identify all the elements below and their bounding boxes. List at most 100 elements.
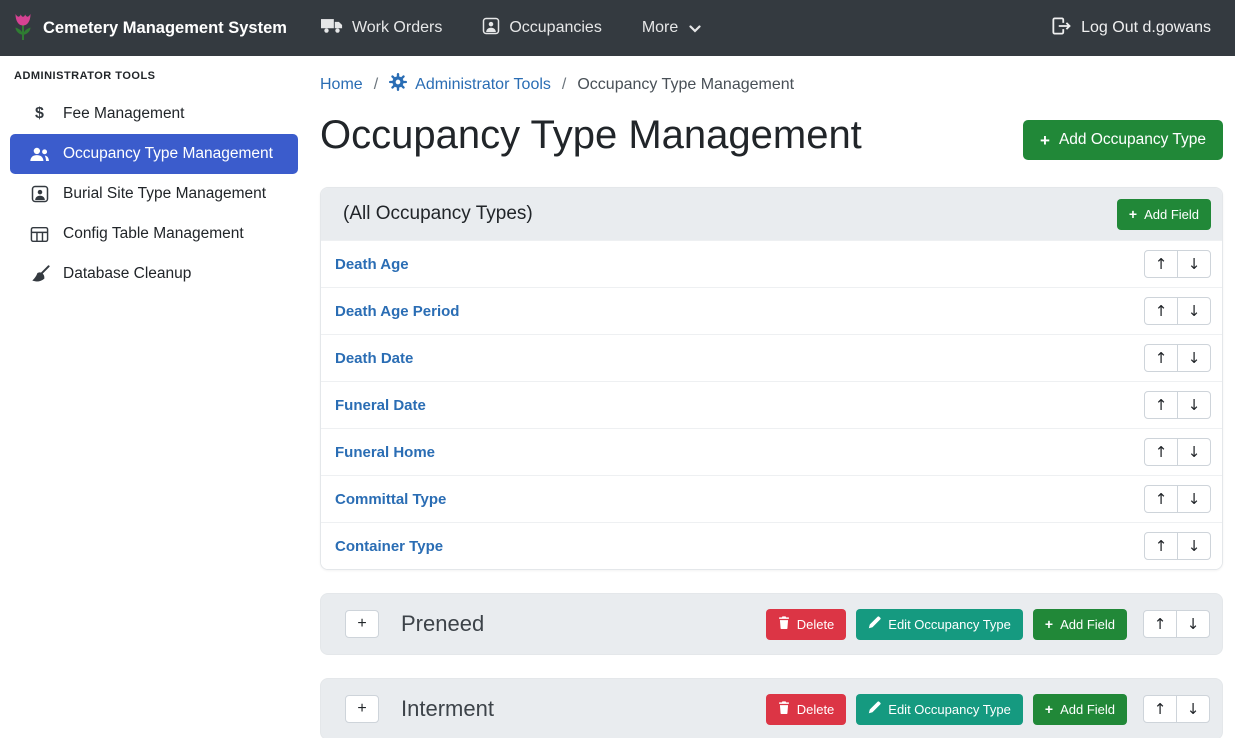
nav-item-label: Occupancies bbox=[509, 19, 602, 37]
panel-title: (All Occupancy Types) bbox=[343, 203, 533, 225]
expand-button[interactable]: + bbox=[345, 610, 379, 638]
move-up-button[interactable]: ↑ bbox=[1143, 695, 1177, 723]
breadcrumb-administrator-tools[interactable]: Administrator Tools bbox=[389, 73, 551, 96]
delete-button[interactable]: Delete bbox=[766, 694, 847, 725]
add-field-button[interactable]: + Add Field bbox=[1033, 609, 1127, 640]
nav-item-more[interactable]: More bbox=[642, 18, 701, 38]
users-icon bbox=[29, 146, 50, 162]
reorder-buttons: ↑ ↓ bbox=[1144, 391, 1211, 419]
sidebar-item-label: Fee Management bbox=[63, 105, 185, 123]
panel-header: (All Occupancy Types) + Add Field bbox=[321, 188, 1222, 240]
sidebar-item-burial-site-type-management[interactable]: Burial Site Type Management bbox=[10, 174, 298, 214]
move-down-button[interactable]: ↓ bbox=[1176, 695, 1210, 723]
move-down-button[interactable]: ↓ bbox=[1177, 485, 1211, 513]
add-field-button[interactable]: + Add Field bbox=[1033, 694, 1127, 725]
sidebar-header: ADMINISTRATOR TOOLS bbox=[0, 68, 308, 94]
breadcrumb-current: Occupancy Type Management bbox=[577, 76, 794, 94]
field-link-death-age[interactable]: Death Age bbox=[335, 256, 409, 273]
pencil-icon bbox=[868, 701, 881, 717]
reorder-buttons: ↑ ↓ bbox=[1143, 695, 1210, 723]
sidebar-item-label: Burial Site Type Management bbox=[63, 185, 266, 203]
move-up-button[interactable]: ↑ bbox=[1144, 391, 1178, 419]
move-down-button[interactable]: ↓ bbox=[1177, 297, 1211, 325]
reorder-buttons: ↑ ↓ bbox=[1144, 485, 1211, 513]
chevron-down-icon bbox=[689, 20, 701, 38]
move-up-button[interactable]: ↑ bbox=[1144, 344, 1178, 372]
trash-icon bbox=[778, 701, 790, 717]
move-down-button[interactable]: ↓ bbox=[1177, 391, 1211, 419]
broom-icon bbox=[29, 265, 50, 284]
field-row: Death Age ↑ ↓ bbox=[321, 240, 1222, 287]
panel-actions: Delete Edit Occupancy Type + Add Field ↑ bbox=[766, 694, 1210, 725]
tulip-icon bbox=[12, 11, 34, 46]
edit-occupancy-type-button[interactable]: Edit Occupancy Type bbox=[856, 609, 1023, 640]
reorder-buttons: ↑ ↓ bbox=[1144, 250, 1211, 278]
move-down-button[interactable]: ↓ bbox=[1177, 344, 1211, 372]
field-row: Death Age Period ↑ ↓ bbox=[321, 287, 1222, 334]
edit-occupancy-type-button[interactable]: Edit Occupancy Type bbox=[856, 694, 1023, 725]
table-icon bbox=[29, 226, 50, 243]
truck-icon bbox=[321, 17, 343, 39]
field-row: Container Type ↑ ↓ bbox=[321, 522, 1222, 569]
sidebar-item-database-cleanup[interactable]: Database Cleanup bbox=[10, 254, 298, 294]
field-row: Death Date ↑ ↓ bbox=[321, 334, 1222, 381]
field-row: Funeral Home ↑ ↓ bbox=[321, 428, 1222, 475]
plus-icon: + bbox=[1045, 617, 1053, 631]
move-down-button[interactable]: ↓ bbox=[1177, 532, 1211, 560]
nav-links: Work Orders Occupancies More bbox=[321, 17, 701, 40]
logout-label: Log Out d.gowans bbox=[1081, 19, 1211, 37]
breadcrumb-separator: / bbox=[374, 76, 378, 94]
move-down-button[interactable]: ↓ bbox=[1177, 250, 1211, 278]
nav-item-occupancies[interactable]: Occupancies bbox=[482, 17, 602, 40]
button-label: Delete bbox=[797, 702, 835, 717]
nav-item-work-orders[interactable]: Work Orders bbox=[321, 17, 442, 39]
sidebar-item-fee-management[interactable]: $ Fee Management bbox=[10, 94, 298, 134]
plus-icon: + bbox=[1129, 207, 1137, 221]
all-occupancy-types-panel: (All Occupancy Types) + Add Field Death … bbox=[320, 187, 1223, 570]
logout-icon bbox=[1051, 17, 1071, 40]
app-brand[interactable]: Cemetery Management System bbox=[12, 11, 287, 46]
move-up-button[interactable]: ↑ bbox=[1144, 297, 1178, 325]
move-up-button[interactable]: ↑ bbox=[1144, 438, 1178, 466]
nav-item-label: Work Orders bbox=[352, 19, 442, 37]
breadcrumb-home[interactable]: Home bbox=[320, 76, 363, 94]
move-up-button[interactable]: ↑ bbox=[1144, 250, 1178, 278]
app-title: Cemetery Management System bbox=[43, 19, 287, 38]
move-down-button[interactable]: ↓ bbox=[1176, 610, 1210, 638]
delete-button[interactable]: Delete bbox=[766, 609, 847, 640]
occupancy-type-panel-preneed: + Preneed Delete bbox=[320, 593, 1223, 655]
add-occupancy-type-button[interactable]: + Add Occupancy Type bbox=[1023, 120, 1223, 160]
move-up-button[interactable]: ↑ bbox=[1144, 485, 1178, 513]
add-field-button[interactable]: + Add Field bbox=[1117, 199, 1211, 230]
trash-icon bbox=[778, 616, 790, 632]
move-up-button[interactable]: ↑ bbox=[1143, 610, 1177, 638]
field-link-death-date[interactable]: Death Date bbox=[335, 350, 413, 367]
reorder-buttons: ↑ ↓ bbox=[1144, 297, 1211, 325]
sidebar-item-label: Database Cleanup bbox=[63, 265, 191, 283]
field-link-funeral-date[interactable]: Funeral Date bbox=[335, 397, 426, 414]
plus-icon: + bbox=[1045, 702, 1053, 716]
person-box-icon bbox=[482, 17, 500, 40]
person-box-icon bbox=[29, 185, 50, 203]
button-label: Add Occupancy Type bbox=[1059, 131, 1206, 149]
expand-button[interactable]: + bbox=[345, 695, 379, 723]
button-label: Edit Occupancy Type bbox=[888, 617, 1011, 632]
button-label: Add Field bbox=[1060, 702, 1115, 717]
breadcrumb: Home / Administrator Tools / Occupa bbox=[320, 73, 1223, 96]
field-link-committal-type[interactable]: Committal Type bbox=[335, 491, 446, 508]
field-link-funeral-home[interactable]: Funeral Home bbox=[335, 444, 435, 461]
move-up-button[interactable]: ↑ bbox=[1144, 532, 1178, 560]
top-navbar: Cemetery Management System Work Orders bbox=[0, 0, 1235, 56]
reorder-buttons: ↑ ↓ bbox=[1143, 610, 1210, 638]
field-link-container-type[interactable]: Container Type bbox=[335, 538, 443, 555]
sidebar-item-config-table-management[interactable]: Config Table Management bbox=[10, 214, 298, 254]
reorder-buttons: ↑ ↓ bbox=[1144, 438, 1211, 466]
logout-button[interactable]: Log Out d.gowans bbox=[1051, 17, 1211, 40]
occupancy-type-title: Interment bbox=[401, 696, 766, 722]
move-down-button[interactable]: ↓ bbox=[1177, 438, 1211, 466]
reorder-buttons: ↑ ↓ bbox=[1144, 344, 1211, 372]
field-row: Committal Type ↑ ↓ bbox=[321, 475, 1222, 522]
sidebar-item-occupancy-type-management[interactable]: Occupancy Type Management bbox=[10, 134, 298, 174]
nav-item-label: More bbox=[642, 19, 678, 37]
field-link-death-age-period[interactable]: Death Age Period bbox=[335, 303, 459, 320]
